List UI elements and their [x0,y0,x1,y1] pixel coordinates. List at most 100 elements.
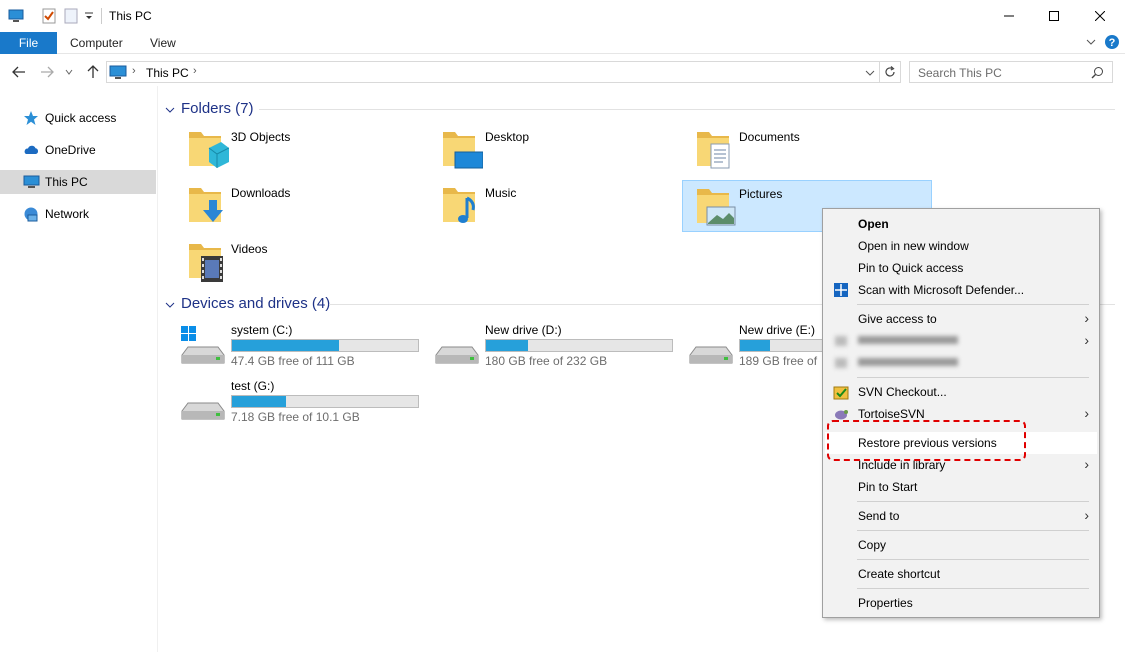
defender-icon [833,282,849,298]
menu-item-blurred-2[interactable] [825,352,1097,374]
devices-group-title: Devices and drives (4) [181,295,331,312]
music-folder-icon [439,182,483,228]
menu-item-open[interactable]: Open [825,213,1097,235]
menu-item-label: TortoiseSVN [858,407,925,421]
cloud-icon [23,142,39,158]
drive-item[interactable]: system (C:) 47.4 GB free of 111 GB [180,321,430,369]
close-icon [1095,11,1105,21]
folder-name: 3D Objects [231,130,291,144]
folder-item[interactable]: Music [435,180,685,232]
sidebar-item-quick-access[interactable]: Quick access [0,106,156,130]
menu-item-properties[interactable]: Properties [825,592,1097,614]
submenu-chevron-icon: › [1084,405,1089,421]
menu-item-label: Properties [858,596,913,610]
forward-arrow-icon [41,66,54,78]
menu-item-open-new-window[interactable]: Open in new window [825,235,1097,257]
folders-group-title: Folders (7) [181,100,254,117]
menu-item-pin-to-start[interactable]: Pin to Start [825,476,1097,498]
folder-item[interactable]: Downloads [181,180,431,232]
videos-folder-icon [185,238,229,284]
sidebar-item-label: Network [45,207,90,221]
breadcrumb-chevron-icon[interactable]: › [193,65,197,77]
minimize-button[interactable] [986,0,1032,32]
maximize-icon [1049,11,1059,21]
sidebar-item-onedrive[interactable]: OneDrive [0,138,156,162]
hard-drive-icon [688,325,734,365]
folder-item[interactable]: Desktop [435,124,685,176]
drive-usage-bar [485,339,673,352]
folder-item[interactable]: Documents [689,124,939,176]
menu-item-label: Scan with Microsoft Defender... [858,283,1025,297]
submenu-chevron-icon: › [1084,332,1089,348]
computer-icon [109,64,127,83]
menu-item-scan-defender[interactable]: Scan with Microsoft Defender... [825,279,1097,301]
desktop-folder-icon [439,126,484,172]
collapse-chevron-icon[interactable] [165,296,177,313]
breadcrumb-separator-icon[interactable]: › [132,65,136,77]
drive-usage-fill [232,340,339,351]
address-history-chevron-icon[interactable] [865,67,875,81]
minimize-icon [1004,15,1014,17]
address-bar[interactable]: › This PC › [106,61,880,83]
this-pc-icon[interactable] [8,8,24,24]
menu-item-create-shortcut[interactable]: Create shortcut [825,563,1097,585]
back-button[interactable] [10,62,28,82]
drive-item[interactable]: New drive (E:) 189 GB free of 2 [688,321,822,369]
tab-computer[interactable]: Computer [70,36,123,50]
maximize-button[interactable] [1031,0,1077,32]
drive-item[interactable]: test (G:) 7.18 GB free of 10.1 GB [180,377,430,425]
menu-separator [857,377,1089,378]
recent-locations-button[interactable] [63,62,75,82]
drive-free-space: 180 GB free of 232 GB [485,354,608,368]
title-bar: This PC [0,0,1125,32]
up-button[interactable] [84,62,102,82]
expand-ribbon-chevron-icon[interactable] [1085,36,1097,51]
sidebar-item-label: OneDrive [45,143,96,157]
collapse-chevron-icon[interactable] [165,101,177,118]
tab-view[interactable]: View [150,36,176,50]
customize-toolbar-chevron-icon[interactable] [84,10,100,26]
sidebar-item-network[interactable]: Network [0,202,156,226]
drive-item[interactable]: New drive (D:) 180 GB free of 232 GB [434,321,684,369]
folders-group-header[interactable]: Folders (7) [165,100,1115,118]
menu-item-svn-checkout[interactable]: SVN Checkout... [825,381,1097,403]
close-button[interactable] [1077,0,1123,32]
documents-folder-icon [693,126,737,172]
search-input[interactable]: Search This PC [909,61,1113,83]
ribbon-tabs: File Computer View ? [0,32,1125,54]
folder-name: Desktop [485,130,530,144]
drive-name: test (G:) [231,379,275,393]
help-icon[interactable]: ? [1104,34,1120,53]
menu-item-pin-quick-access[interactable]: Pin to Quick access [825,257,1097,279]
menu-item-copy[interactable]: Copy [825,534,1097,556]
svg-text:?: ? [1109,37,1116,49]
submenu-chevron-icon: › [1084,310,1089,326]
submenu-chevron-icon: › [1084,456,1089,472]
forward-button[interactable] [38,62,56,82]
refresh-button[interactable] [879,61,901,83]
menu-item-give-access[interactable]: Give access to › [825,308,1097,330]
drive-usage-bar [231,339,419,352]
menu-separator [857,559,1089,560]
tab-file[interactable]: File [0,32,57,54]
shell-extension-icon [833,333,849,349]
folder-name: Pictures [739,187,783,201]
drive-usage-bar [231,395,419,408]
chevron-down-icon [65,69,73,75]
pictures-folder-icon [693,183,737,229]
folder-item[interactable]: 3D Objects [181,124,431,176]
folder-item[interactable]: Videos [181,236,431,288]
properties-icon[interactable] [41,8,57,24]
menu-item-send-to[interactable]: Send to › [825,505,1097,527]
menu-item-label: Pin to Start [858,480,918,494]
menu-item-label-redacted [858,355,962,372]
new-folder-icon[interactable] [63,8,79,24]
sidebar-item-this-pc[interactable]: This PC [0,170,156,194]
title-divider [101,8,102,24]
drive-usage-fill [232,396,286,407]
breadcrumb-this-pc[interactable]: This PC [146,66,189,80]
3d-objects-folder-icon [185,126,230,172]
group-divider [259,109,1115,110]
windows-drive-icon [180,325,226,365]
menu-item-blurred-1[interactable]: › [825,330,1097,352]
